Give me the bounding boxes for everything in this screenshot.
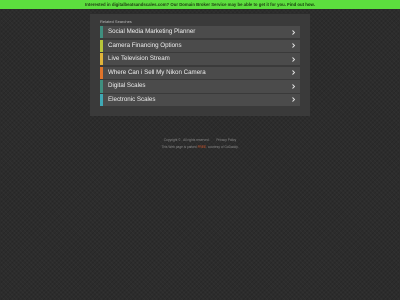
find-out-how-link[interactable]: Find out how. <box>287 2 315 7</box>
chevron-right-icon <box>292 56 296 62</box>
banner-text-before: Interested in <box>85 2 111 7</box>
related-search-label: Camera Financing Options <box>108 41 182 49</box>
related-search-item[interactable]: Electronic Scales <box>100 93 300 107</box>
related-search-item[interactable]: Social Media Marketing Planner <box>100 26 300 39</box>
related-search-item[interactable]: Live Television Stream <box>100 53 300 66</box>
related-searches-list: Social Media Marketing Planner Camera Fin… <box>100 26 300 107</box>
accent-bar <box>100 53 103 66</box>
related-search-label: Live Television Stream <box>108 55 170 63</box>
related-search-label: Where Can i Sell My Nikon Camera <box>108 68 206 76</box>
chevron-right-icon <box>292 70 296 76</box>
domain-broker-banner: Interested in digitalbeatsandscales.com?… <box>0 0 400 9</box>
footer-parked-line: This Web page is parked FREE, courtesy o… <box>0 145 400 149</box>
related-search-item[interactable]: Camera Financing Options <box>100 39 300 52</box>
related-search-label: Digital Scales <box>108 82 146 90</box>
chevron-right-icon <box>292 29 296 35</box>
related-searches-panel: Related Searches Social Media Marketing … <box>90 14 310 116</box>
copyright-text: Copyright © . All rights reserved. <box>163 138 210 142</box>
parked-text-before: This Web page is parked <box>161 145 197 149</box>
free-parking-link[interactable]: FREE <box>198 145 207 149</box>
footer-copyright-line: Copyright © . All rights reserved. Priva… <box>0 138 400 142</box>
accent-bar <box>100 26 103 39</box>
accent-bar <box>100 39 103 52</box>
accent-bar <box>100 80 103 93</box>
chevron-right-icon <box>292 43 296 48</box>
chevron-right-icon <box>292 84 296 89</box>
accent-bar <box>100 66 103 79</box>
related-search-item[interactable]: Digital Scales <box>100 80 300 93</box>
accent-bar <box>100 93 103 107</box>
banner-domain: digitalbeatsandscales.com <box>111 2 167 7</box>
chevron-right-icon <box>292 97 296 103</box>
related-searches-heading: Related Searches <box>100 19 132 24</box>
parked-text-after: , courtesy of GoDaddy. <box>206 145 239 149</box>
related-search-item[interactable]: Where Can i Sell My Nikon Camera <box>100 66 300 79</box>
banner-text-middle: ? Our Domain Broker Service may be able … <box>166 2 286 7</box>
privacy-policy-link[interactable]: Privacy Policy <box>216 138 236 142</box>
related-search-label: Social Media Marketing Planner <box>108 28 196 35</box>
related-search-label: Electronic Scales <box>108 95 156 103</box>
